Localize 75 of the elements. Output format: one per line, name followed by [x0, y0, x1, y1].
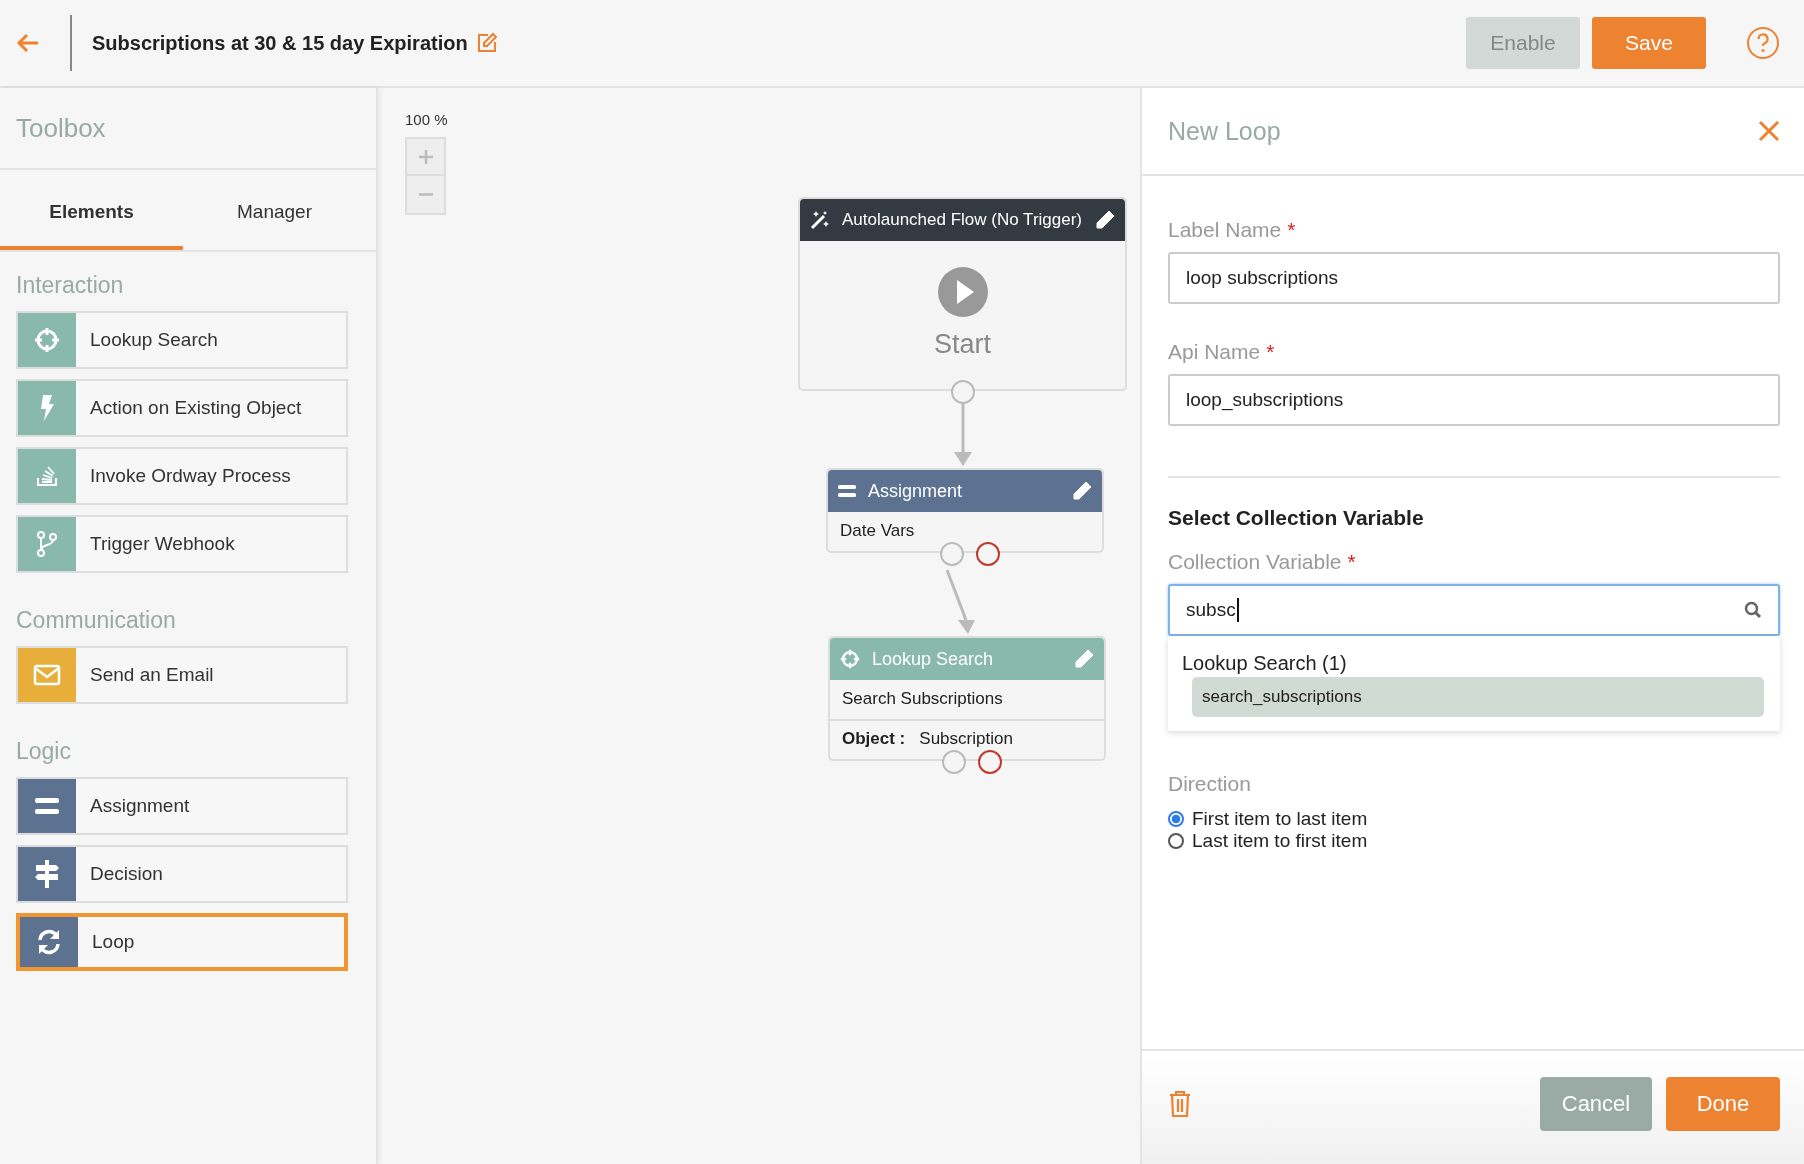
- radio-label[interactable]: Last item to first item: [1192, 830, 1368, 852]
- signpost-icon: [34, 860, 60, 888]
- flow-node[interactable]: Autolaunched Flow (No Trigger) Start: [798, 197, 1127, 391]
- toolbox-item[interactable]: Send an Email: [16, 646, 348, 704]
- toolbox-item[interactable]: Decision: [16, 845, 348, 903]
- group-heading: Communication: [16, 607, 177, 634]
- tab[interactable]: Manager: [183, 170, 366, 250]
- node-title: Lookup Search: [872, 648, 995, 670]
- edit-icon[interactable]: [475, 32, 498, 54]
- plus-icon: [417, 148, 434, 165]
- flow-node[interactable]: Lookup Search Search Subscriptions Object : Subscription: [828, 636, 1106, 761]
- equals-icon: [838, 484, 856, 498]
- refresh-icon: [35, 928, 63, 956]
- tab[interactable]: Elements: [0, 170, 183, 250]
- back-arrow-icon[interactable]: [16, 33, 40, 53]
- crosshair-icon: [34, 327, 60, 353]
- node-title: Assignment: [868, 480, 964, 502]
- stack-icon: [35, 464, 59, 488]
- flow-title: Subscriptions at 30 & 15 day Expiration: [92, 31, 468, 55]
- fault-port[interactable]: [976, 542, 1000, 566]
- connector-arrow: [954, 402, 972, 466]
- input-field[interactable]: loop subscriptions: [1168, 252, 1780, 304]
- required-mark: *: [1287, 218, 1296, 242]
- field-label: Direction: [1168, 772, 1252, 796]
- envelope-icon: [33, 664, 61, 686]
- lightning-icon: [39, 395, 55, 421]
- fault-port[interactable]: [978, 750, 1002, 774]
- input-field[interactable]: loop_subscriptions: [1168, 374, 1780, 426]
- toolbox-item[interactable]: Trigger Webhook: [16, 515, 348, 573]
- close-icon[interactable]: [1758, 120, 1780, 142]
- radio-label[interactable]: First item to last item: [1192, 808, 1368, 830]
- connector-arrow: [945, 569, 975, 634]
- node-title: Autolaunched Flow (No Trigger): [842, 210, 1083, 230]
- crosshair-icon: [840, 649, 860, 669]
- magic-wand-icon: [810, 210, 830, 230]
- toolbox-title: Toolbox: [16, 112, 106, 144]
- search-field[interactable]: subsc: [1168, 584, 1780, 636]
- node-description: Search Subscriptions: [841, 688, 1004, 710]
- radio-button[interactable]: [1168, 811, 1184, 827]
- dropdown-option[interactable]: search_subscriptions: [1192, 677, 1764, 717]
- toolbox-item[interactable]: Lookup Search: [16, 311, 348, 369]
- toolbox-item[interactable]: Action on Existing Object: [16, 379, 348, 437]
- group-heading: Logic: [16, 738, 72, 765]
- option-group-label: Lookup Search (1): [1182, 652, 1348, 675]
- zoom-out-button[interactable]: [405, 176, 446, 215]
- field-label: Collection Variable: [1168, 550, 1342, 574]
- toolbox-item[interactable]: Loop: [16, 913, 348, 971]
- toolbox-item[interactable]: Assignment: [16, 777, 348, 835]
- zoom-level: 100 %: [405, 111, 448, 128]
- branch-icon: [35, 530, 59, 558]
- panel-title: New Loop: [1168, 116, 1281, 146]
- field-label: Api Name: [1168, 340, 1261, 364]
- connector-port[interactable]: [940, 542, 964, 566]
- trash-icon[interactable]: [1168, 1089, 1192, 1118]
- pencil-icon[interactable]: [1072, 481, 1092, 501]
- pencil-icon[interactable]: [1095, 210, 1115, 230]
- group-heading: Interaction: [16, 272, 125, 299]
- minus-icon: [417, 193, 434, 196]
- search-icon: [1744, 601, 1762, 619]
- node-description: Date Vars: [839, 520, 916, 542]
- required-mark: *: [1347, 550, 1356, 574]
- toolbox-item[interactable]: Invoke Ordway Process: [16, 447, 348, 505]
- section-title: Select Collection Variable: [1168, 506, 1425, 530]
- equals-icon: [35, 797, 59, 815]
- object-value: Subscription: [919, 729, 1013, 749]
- zoom-in-button[interactable]: [405, 137, 446, 176]
- help-icon[interactable]: [1746, 26, 1780, 60]
- start-label: Start: [934, 329, 991, 360]
- required-mark: *: [1266, 340, 1275, 364]
- radio-button[interactable]: [1168, 833, 1184, 849]
- object-label: Object :: [842, 729, 906, 749]
- play-icon: [937, 267, 988, 317]
- connector-port[interactable]: [942, 750, 966, 774]
- flow-node[interactable]: Assignment Date Vars: [826, 468, 1104, 553]
- field-label: Label Name: [1168, 218, 1282, 242]
